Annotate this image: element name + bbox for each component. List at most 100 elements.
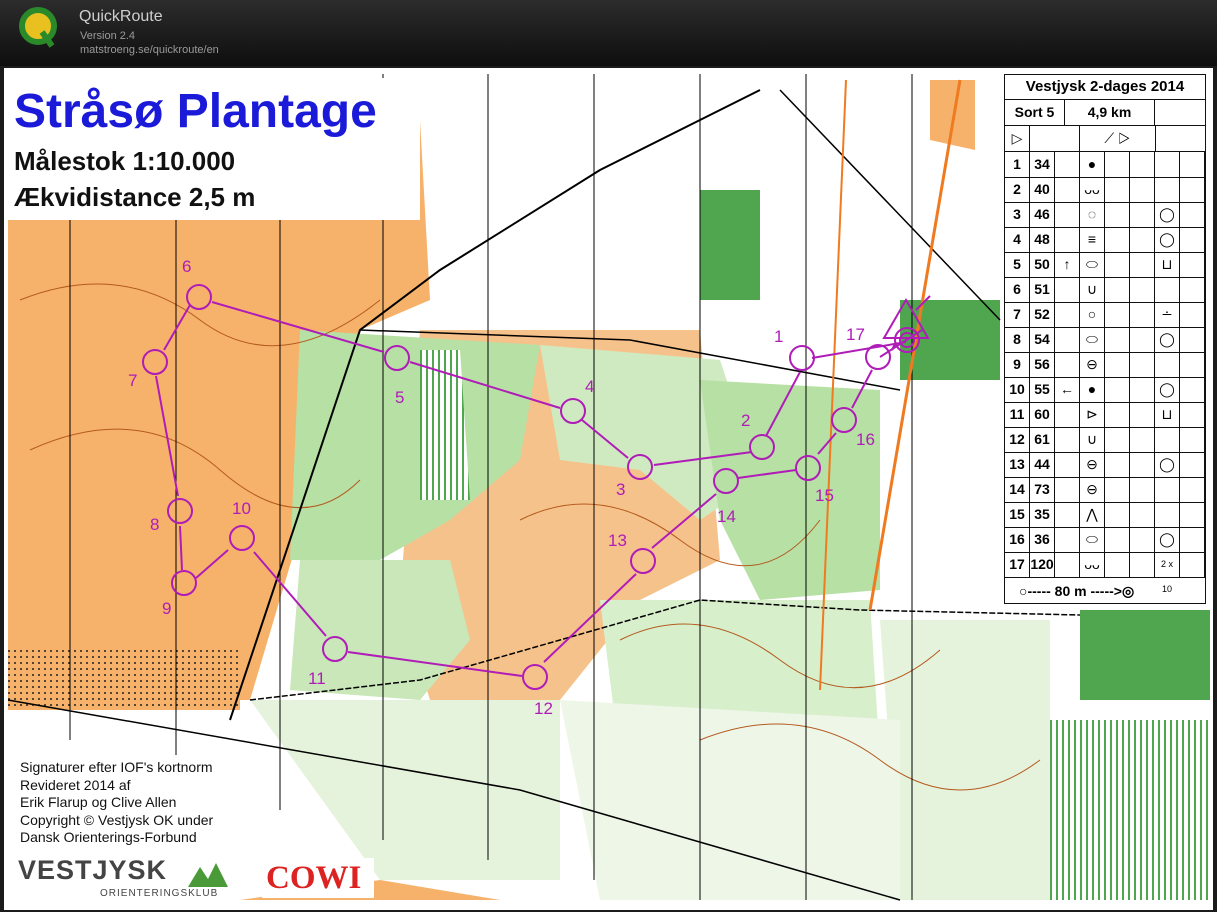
start-direction-icon: ⟋ ▷ <box>1080 126 1156 151</box>
control-description-row: 12 61 ∪ <box>1005 427 1205 453</box>
control-code: 60 <box>1030 402 1055 427</box>
dimension-cell <box>1130 552 1155 577</box>
control-number: 8 <box>1005 327 1030 352</box>
control-number: 6 <box>1005 277 1030 302</box>
start-triangle-icon: ▷ <box>1005 126 1030 151</box>
other-cell <box>1180 477 1205 502</box>
detail-symbol-icon: ⊔ <box>1155 402 1180 427</box>
detail-symbol-icon <box>1155 352 1180 377</box>
appearance-cell <box>1105 327 1130 352</box>
detail-symbol-icon <box>1155 152 1180 177</box>
control-description-row: 7 52 ○ ∸ <box>1005 302 1205 328</box>
other-cell <box>1180 527 1205 552</box>
dimension-cell <box>1130 327 1155 352</box>
credit-line: Dansk Orienterings-Forbund <box>20 829 197 845</box>
control-code: 55 <box>1030 377 1055 402</box>
control-description-row: 13 44 ⊖ ◯ <box>1005 452 1205 478</box>
control-code: 120 <box>1030 552 1055 577</box>
appearance-cell <box>1105 352 1130 377</box>
control-number: 1 <box>1005 152 1030 177</box>
feature-symbol-icon: ○ <box>1080 302 1105 327</box>
feature-symbol-icon: ∪ <box>1080 427 1105 452</box>
detail-symbol-icon <box>1155 177 1180 202</box>
control-code: 36 <box>1030 527 1055 552</box>
other-cell <box>1180 277 1205 302</box>
appearance-cell <box>1105 452 1130 477</box>
control-number: 7 <box>1005 302 1030 327</box>
appearance-cell <box>1105 252 1130 277</box>
control-description-row: 14 73 ⊖ <box>1005 477 1205 503</box>
which-of-similar-icon <box>1055 527 1080 552</box>
which-of-similar-icon <box>1055 427 1080 452</box>
control-number: 16 <box>1005 527 1030 552</box>
which-of-similar-icon: ← <box>1055 377 1080 402</box>
start-row: ▷ ⟋ ▷ <box>1005 126 1205 152</box>
feature-symbol-icon: ⊖ <box>1080 452 1105 477</box>
detail-symbol-icon <box>1155 477 1180 502</box>
control-number-4: 4 <box>585 377 594 396</box>
feature-symbol-icon: ⊖ <box>1080 352 1105 377</box>
control-number-7: 7 <box>128 371 137 390</box>
control-code: 46 <box>1030 202 1055 227</box>
control-number-11: 11 <box>308 669 326 688</box>
which-of-similar-icon <box>1055 152 1080 177</box>
appearance-cell <box>1105 227 1130 252</box>
which-of-similar-icon <box>1055 227 1080 252</box>
appearance-cell <box>1105 177 1130 202</box>
finish-description: ○----- 80 m ----->◎ <box>1019 583 1135 599</box>
club-name: VESTJYSK <box>18 855 168 885</box>
feature-symbol-icon: ≡ <box>1080 227 1105 252</box>
sponsor-name: COWI <box>266 860 362 896</box>
feature-symbol-icon: ᴗᴗ <box>1080 552 1105 577</box>
appearance-cell <box>1105 277 1130 302</box>
dimension-cell <box>1130 252 1155 277</box>
control-number: 10 <box>1005 377 1030 402</box>
finish-row: ○----- 80 m ----->◎ <box>1005 579 1205 603</box>
feature-symbol-icon: ⊳ <box>1080 402 1105 427</box>
control-description-row: 1 34 ● <box>1005 152 1205 178</box>
control-number-3: 3 <box>616 480 625 499</box>
other-cell <box>1180 302 1205 327</box>
detail-symbol-icon: ◯ <box>1155 452 1180 477</box>
detail-symbol-icon: ◯ <box>1155 202 1180 227</box>
which-of-similar-icon <box>1055 402 1080 427</box>
course-name: Sort 5 <box>1005 99 1065 125</box>
control-description-sheet: Vestjysk 2-dages 2014 Sort 5 4,9 km ▷ ⟋ … <box>1004 74 1206 604</box>
detail-symbol-icon: ◯ <box>1155 327 1180 352</box>
appearance-cell <box>1105 502 1130 527</box>
control-code: 40 <box>1030 177 1055 202</box>
dimension-cell <box>1130 177 1155 202</box>
appearance-cell <box>1105 302 1130 327</box>
which-of-similar-icon <box>1055 452 1080 477</box>
which-of-similar-icon <box>1055 302 1080 327</box>
control-number-8: 8 <box>150 515 159 534</box>
control-number: 5 <box>1005 252 1030 277</box>
other-cell <box>1180 177 1205 202</box>
control-code: 54 <box>1030 327 1055 352</box>
dimension-cell <box>1130 527 1155 552</box>
control-number-2: 2 <box>741 411 750 430</box>
other-cell <box>1180 227 1205 252</box>
control-number-14: 14 <box>717 507 736 526</box>
control-code: 52 <box>1030 302 1055 327</box>
control-number: 3 <box>1005 202 1030 227</box>
feature-symbol-icon: ⊖ <box>1080 477 1105 502</box>
control-description-row: 10 55 ← ● ◯ <box>1005 377 1205 403</box>
control-description-row: 15 35 ⋀ <box>1005 502 1205 528</box>
control-code: 51 <box>1030 277 1055 302</box>
control-number: 9 <box>1005 352 1030 377</box>
control-code: 48 <box>1030 227 1055 252</box>
control-code: 61 <box>1030 427 1055 452</box>
which-of-similar-icon <box>1055 327 1080 352</box>
dimension-cell <box>1130 227 1155 252</box>
dimension-cell <box>1130 477 1155 502</box>
which-of-similar-icon <box>1055 477 1080 502</box>
control-number-5: 5 <box>395 388 404 407</box>
control-number: 15 <box>1005 502 1030 527</box>
other-cell <box>1180 252 1205 277</box>
detail-symbol-icon <box>1155 277 1180 302</box>
dimension-cell <box>1130 352 1155 377</box>
control-number-9: 9 <box>162 599 171 618</box>
appearance-cell <box>1105 402 1130 427</box>
dimension-cell <box>1130 277 1155 302</box>
